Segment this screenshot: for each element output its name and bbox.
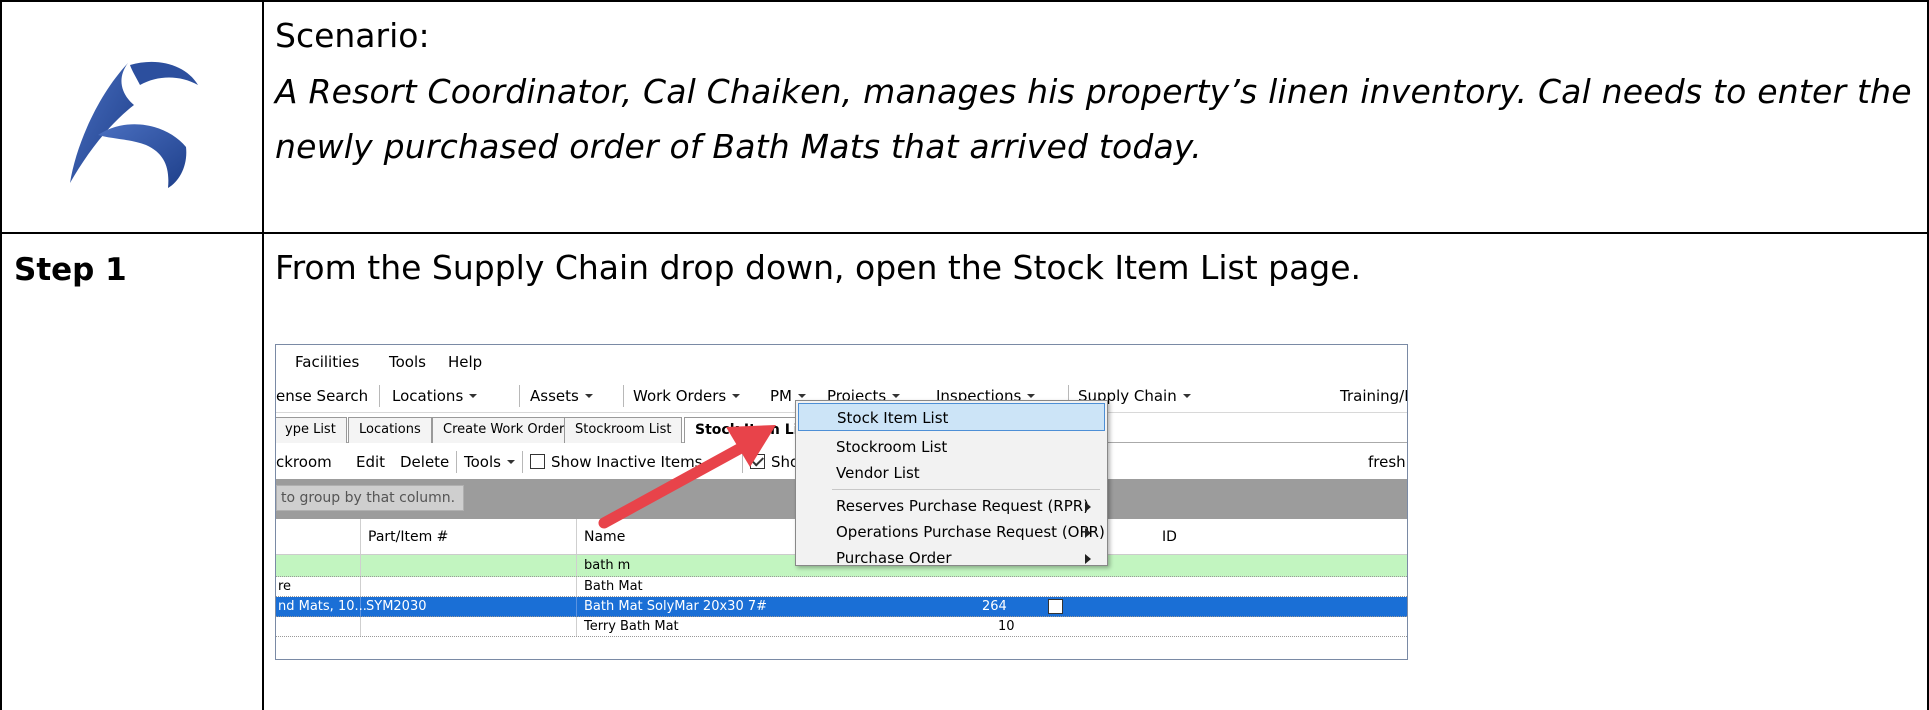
nav-training[interactable]: Training/Ho (1340, 387, 1407, 405)
chevron-down-icon (892, 394, 901, 398)
toolbar-separator (522, 451, 523, 473)
grid-column-divider (360, 617, 361, 636)
dropdown-item-stockroom-list[interactable]: Stockroom List (798, 433, 1105, 461)
chevron-down-icon (732, 394, 741, 398)
scenario-label: Scenario: (275, 16, 430, 55)
column-header-id[interactable]: ID (1162, 529, 1177, 545)
column-header-part-item[interactable]: Part/Item # (368, 529, 448, 545)
toolbar-delete[interactable]: Delete (400, 453, 449, 471)
menu-facilities[interactable]: Facilities (295, 353, 359, 371)
grid-column-divider (576, 555, 577, 576)
cell-category: re (278, 579, 292, 594)
supply-chain-dropdown: Stock Item List Stockroom List Vendor Li… (795, 400, 1108, 567)
toolbar-tools[interactable]: Tools (464, 453, 515, 471)
dropdown-item-label: Stock Item List (837, 409, 949, 427)
table-row[interactable]: Terry Bath Mat 10 (276, 617, 1407, 637)
document-table: Scenario: A Resort Coordinator, Cal Chai… (0, 0, 1929, 710)
step-label: Step 1 (14, 252, 127, 288)
nav-work-orders[interactable]: Work Orders (633, 387, 741, 405)
nav-separator (519, 385, 520, 407)
grid-column-divider (576, 577, 577, 596)
dropdown-item-opr[interactable]: Operations Purchase Request (OPR) (798, 518, 1105, 546)
tab-locations[interactable]: Locations (348, 417, 432, 443)
dropdown-separator (832, 489, 1100, 490)
chevron-right-icon (1085, 502, 1091, 512)
grid-column-divider (360, 577, 361, 596)
menu-bar: Facilities Tools Help (276, 345, 1407, 379)
cell-name: Bath Mat (584, 579, 643, 594)
dropdown-item-label: Reserves Purchase Request (RPR) (836, 497, 1090, 515)
menu-tools[interactable]: Tools (389, 353, 426, 371)
checkbox-icon[interactable] (1048, 599, 1063, 614)
table-row-selected[interactable]: nd Mats, 10... SYM2030 Bath Mat SolyMar … (276, 597, 1407, 617)
grid-column-divider (576, 519, 577, 554)
embedded-screenshot: Facilities Tools Help ense Search Locati… (275, 344, 1408, 660)
dropdown-item-rpr[interactable]: Reserves Purchase Request (RPR) (798, 492, 1105, 520)
column-header-name[interactable]: Name (584, 529, 625, 545)
chevron-down-icon (584, 394, 593, 398)
show-inactive-toggle[interactable]: Show Inactive Items (530, 453, 703, 471)
toolbar-separator (456, 451, 457, 473)
nav-assets[interactable]: Assets (530, 387, 593, 405)
table-row-divider (0, 232, 1929, 234)
table-column-divider (262, 0, 264, 710)
chevron-right-icon (1085, 554, 1091, 564)
step-instruction: From the Supply Chain drop down, open th… (275, 248, 1362, 287)
dropdown-item-label: Stockroom List (836, 438, 948, 456)
dropdown-item-label: Operations Purchase Request (OPR) (836, 523, 1105, 541)
cell-quantity: 264 (982, 599, 1007, 614)
table-border-top (0, 0, 1929, 2)
cell-name: Bath Mat SolyMar 20x30 7# (584, 599, 768, 614)
cell-category: nd Mats, 10... (278, 599, 367, 614)
checkbox-checked-icon[interactable] (750, 454, 765, 469)
grid-column-divider (360, 555, 361, 576)
dropdown-item-purchase-order[interactable]: Purchase Order (798, 544, 1105, 572)
grid-column-divider (576, 617, 577, 636)
cell-name: Terry Bath Mat (584, 619, 679, 634)
chevron-down-icon (798, 394, 806, 398)
table-row[interactable]: re Bath Mat (276, 577, 1407, 597)
dropdown-item-vendor-list[interactable]: Vendor List (798, 459, 1105, 487)
grid-column-divider (576, 597, 577, 616)
dropdown-item-label: Purchase Order (836, 549, 952, 567)
grid-column-divider (360, 519, 361, 554)
tab-stockroom-list[interactable]: Stockroom List (564, 417, 683, 443)
nav-locations[interactable]: Locations (392, 387, 478, 405)
checkbox-icon[interactable] (530, 454, 545, 469)
toolbar-stockroom[interactable]: ckroom (276, 453, 332, 471)
chevron-right-icon (1085, 528, 1091, 538)
chevron-down-icon (469, 394, 478, 398)
dropdown-item-stock-item-list[interactable]: Stock Item List (798, 403, 1105, 431)
name-filter-input[interactable]: bath m (584, 558, 630, 573)
toolbar-refresh[interactable]: fresh (1368, 453, 1406, 471)
scenario-text: A Resort Coordinator, Cal Chaiken, manag… (275, 72, 1912, 166)
dropdown-item-label: Vendor List (836, 464, 920, 482)
chevron-down-icon (1027, 394, 1036, 398)
cell-part-item: SYM2030 (366, 599, 427, 614)
chevron-down-icon (1182, 394, 1191, 398)
nav-separator (623, 385, 624, 407)
group-by-hint: to group by that column. (276, 485, 465, 511)
nav-license-search[interactable]: ense Search (276, 387, 368, 405)
cell-quantity: 10 (998, 619, 1015, 634)
company-logo-icon (70, 61, 198, 188)
tab-type-list[interactable]: ype List (276, 417, 347, 443)
toolbar-separator (742, 451, 743, 473)
nav-separator (379, 385, 380, 407)
chevron-down-icon (506, 460, 515, 464)
menu-help[interactable]: Help (448, 353, 482, 371)
tab-create-work-order[interactable]: Create Work Order (432, 417, 576, 443)
toolbar-edit[interactable]: Edit (356, 453, 385, 471)
table-border-left (0, 0, 2, 710)
